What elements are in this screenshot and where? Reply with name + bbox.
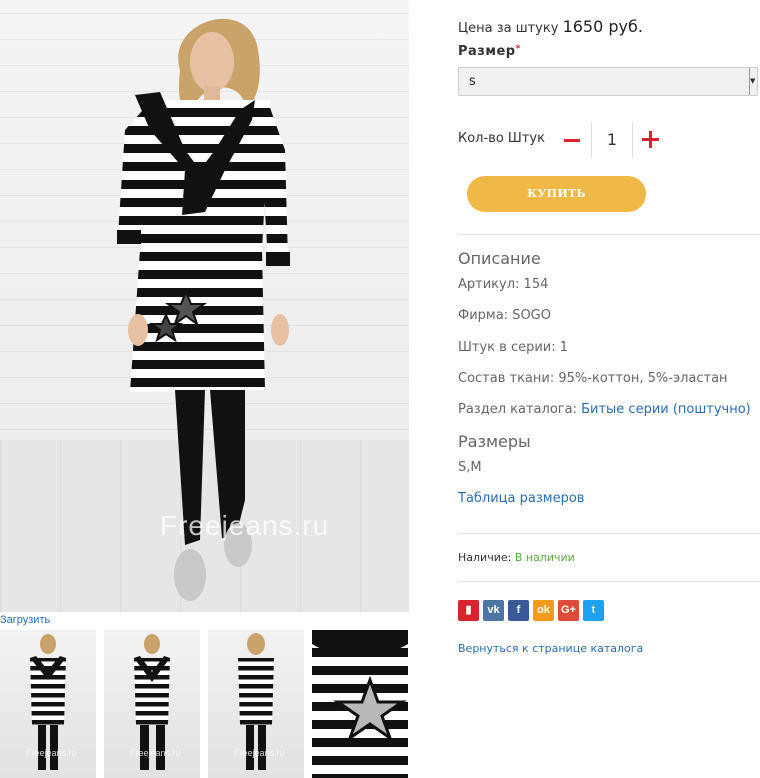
availability-label: Наличие: xyxy=(458,551,512,564)
article-line: Артикул: 154 xyxy=(458,277,548,292)
quantity-input[interactable]: 1 xyxy=(591,122,633,158)
brand-line: Фирма: SOGO xyxy=(458,308,551,323)
thumbnail-watermark: Freejeans.ru xyxy=(130,748,181,758)
divider xyxy=(458,581,760,582)
odnoklassniki-icon[interactable]: ok xyxy=(533,600,554,621)
thumbnail-4[interactable] xyxy=(312,630,408,778)
back-to-catalog-link[interactable]: Вернуться к странице каталога xyxy=(458,642,643,655)
plus-icon[interactable] xyxy=(642,130,660,150)
size-select[interactable]: s ▼ xyxy=(458,67,758,96)
divider xyxy=(458,234,760,235)
bookmark-icon[interactable]: ▮ xyxy=(458,600,479,621)
product-main-photo[interactable]: Freejeans.ru xyxy=(0,0,409,612)
thumbnail-3[interactable]: Freejeans.ru xyxy=(208,630,304,778)
required-mark: * xyxy=(515,44,521,54)
buy-button[interactable]: КУПИТЬ xyxy=(467,176,646,212)
size-label-text: Размер xyxy=(458,44,516,59)
series-label: Штук в серии: xyxy=(458,340,556,355)
chevron-down-icon: ▼ xyxy=(749,68,757,95)
quantity-stepper: Кол-во Штук 1 xyxy=(458,122,758,158)
vk-icon[interactable]: vk xyxy=(483,600,504,621)
thumbnail-watermark: Freejeans.ru xyxy=(234,748,285,758)
size-table-link[interactable]: Таблица размеров xyxy=(458,491,584,506)
series-value: 1 xyxy=(559,340,569,355)
thumbnail-strip: Freejeans.ru Freejeans.ru Freejeans.ru xyxy=(0,630,409,778)
google-plus-icon[interactable]: G+ xyxy=(558,600,579,621)
article-value: 154 xyxy=(523,277,549,292)
article-label: Артикул: xyxy=(458,277,520,292)
price-value: 1650 руб. xyxy=(562,17,643,36)
thumbnail-watermark: Freejeans.ru xyxy=(26,748,77,758)
size-label: Размер* xyxy=(458,44,521,59)
availability-status: В наличии xyxy=(514,551,575,564)
minus-icon[interactable] xyxy=(564,130,580,150)
price-label: Цена за штуку xyxy=(458,21,559,36)
fabric-value: 95%-коттон, 5%-эластан xyxy=(558,371,728,386)
load-photo-link[interactable]: Загрузить xyxy=(0,614,50,626)
price-row: Цена за штуку 1650 руб. xyxy=(458,17,643,36)
divider xyxy=(458,533,760,534)
photo-watermark: Freejeans.ru xyxy=(160,510,330,541)
brand-label: Фирма: xyxy=(458,308,509,323)
series-line: Штук в серии: 1 xyxy=(458,340,568,355)
twitter-icon[interactable]: t xyxy=(583,600,604,621)
quantity-label: Кол-во Штук xyxy=(458,131,545,146)
description-title: Описание xyxy=(458,249,541,268)
fabric-line: Состав ткани: 95%-коттон, 5%-эластан xyxy=(458,371,728,386)
catalog-section-line: Раздел каталога: Битые серии (поштучно) xyxy=(458,402,751,417)
sizes-title: Размеры xyxy=(458,432,531,451)
size-selected-value: s xyxy=(469,74,476,89)
catalog-section-link[interactable]: Битые серии (поштучно) xyxy=(581,402,751,417)
sizes-values: S,M xyxy=(458,460,482,475)
thumbnail-1[interactable]: Freejeans.ru xyxy=(0,630,96,778)
availability: Наличие: В наличии xyxy=(458,551,575,564)
thumbnail-image xyxy=(312,630,408,778)
facebook-icon[interactable]: f xyxy=(508,600,529,621)
thumbnail-2[interactable]: Freejeans.ru xyxy=(104,630,200,778)
catalog-section-label: Раздел каталога: xyxy=(458,402,577,417)
brand-value: SOGO xyxy=(512,308,551,323)
fabric-label: Состав ткани: xyxy=(458,371,555,386)
